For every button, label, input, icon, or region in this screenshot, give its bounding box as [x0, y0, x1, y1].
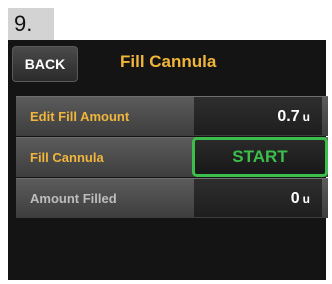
row-edit-fill-amount[interactable]: Edit Fill Amount 0.7 u — [16, 96, 328, 136]
start-button[interactable]: START — [192, 137, 328, 177]
fill-amount-value: 0.7 u — [277, 108, 310, 125]
pump-screen: BACK Fill Cannula Edit Fill Amount 0.7 u … — [8, 40, 328, 280]
row-fill-cannula: Fill Cannula START — [16, 137, 328, 177]
settings-list: Edit Fill Amount 0.7 u Fill Cannula START… — [16, 96, 328, 219]
row-label: Fill Cannula — [30, 150, 104, 165]
row-amount-filled: Amount Filled 0u — [16, 178, 328, 218]
step-number-label: 9. — [8, 8, 54, 40]
back-button[interactable]: BACK — [12, 46, 78, 82]
row-label: Amount Filled — [30, 191, 117, 206]
value-cell: 0.7 u — [194, 97, 322, 135]
value-cell: 0u — [194, 179, 322, 217]
page-title: Fill Cannula — [120, 52, 217, 71]
row-label: Edit Fill Amount — [30, 109, 130, 124]
amount-filled-value: 0u — [290, 190, 310, 207]
